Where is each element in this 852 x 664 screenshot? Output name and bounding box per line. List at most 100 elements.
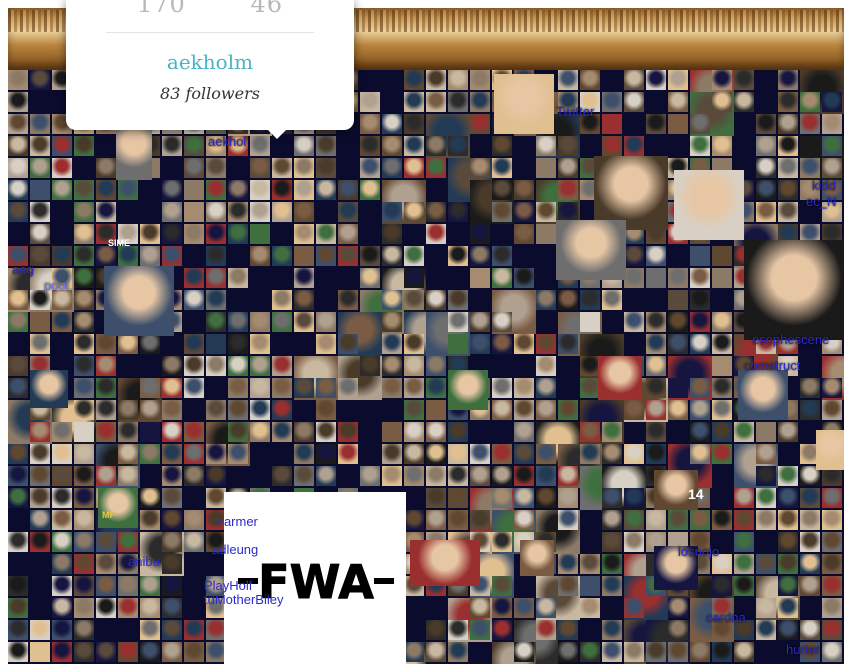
avatar-tile[interactable] xyxy=(294,422,314,442)
avatar-tile[interactable] xyxy=(492,532,512,552)
avatar-tile[interactable] xyxy=(594,156,668,230)
avatar-tile[interactable] xyxy=(712,246,732,266)
avatar-tile[interactable] xyxy=(646,312,666,332)
popup-username[interactable]: aekholm xyxy=(66,50,354,74)
avatar-tile[interactable] xyxy=(492,312,512,332)
avatar-tile[interactable] xyxy=(646,400,666,420)
avatar-tile[interactable] xyxy=(602,532,622,552)
avatar-tile[interactable] xyxy=(536,400,556,420)
avatar-tile[interactable] xyxy=(162,378,182,398)
avatar-tile[interactable] xyxy=(536,224,556,244)
avatar-tile[interactable] xyxy=(470,92,490,112)
avatar-tile[interactable] xyxy=(74,488,94,508)
avatar-tile[interactable] xyxy=(822,620,842,640)
avatar-tile[interactable] xyxy=(250,202,270,222)
avatar-tile[interactable] xyxy=(470,114,490,134)
avatar-tile[interactable] xyxy=(778,136,798,156)
avatar-tile[interactable] xyxy=(316,334,336,354)
avatar-tile[interactable] xyxy=(690,114,710,134)
avatar-tile[interactable] xyxy=(668,92,688,112)
avatar-tile[interactable] xyxy=(602,576,622,596)
avatar-tile[interactable] xyxy=(30,290,50,310)
avatar-tile[interactable] xyxy=(470,246,490,266)
avatar-tile[interactable] xyxy=(448,202,468,222)
avatar-tile[interactable] xyxy=(448,136,468,156)
avatar-tile[interactable] xyxy=(514,488,534,508)
avatar-tile[interactable] xyxy=(206,224,226,244)
avatar-tile[interactable] xyxy=(602,422,622,442)
avatar-tile[interactable] xyxy=(382,290,402,310)
avatar-tile[interactable] xyxy=(778,70,798,90)
avatar-tile[interactable] xyxy=(756,114,776,134)
avatar-tile[interactable] xyxy=(206,334,226,354)
avatar-tile[interactable] xyxy=(338,224,358,244)
avatar-tile[interactable] xyxy=(822,576,842,596)
avatar-tile[interactable] xyxy=(382,312,402,332)
avatar-tile[interactable] xyxy=(712,378,732,398)
avatar-tile[interactable] xyxy=(536,378,556,398)
avatar-tile[interactable] xyxy=(162,356,182,376)
handle-label[interactable]: ec_N xyxy=(806,194,836,209)
avatar-tile[interactable] xyxy=(712,334,732,354)
avatar-tile[interactable] xyxy=(52,290,72,310)
avatar-tile[interactable] xyxy=(272,180,292,200)
avatar-tile[interactable] xyxy=(8,444,28,464)
avatar-tile[interactable] xyxy=(30,334,50,354)
avatar-tile[interactable] xyxy=(206,356,226,376)
avatar-tile[interactable] xyxy=(734,510,754,530)
avatar-tile[interactable] xyxy=(602,92,622,112)
avatar-tile[interactable] xyxy=(712,356,732,376)
avatar-tile[interactable] xyxy=(30,202,50,222)
avatar-tile[interactable] xyxy=(118,598,138,618)
avatar-tile[interactable] xyxy=(690,378,710,398)
avatar-tile[interactable] xyxy=(272,246,292,266)
avatar-tile[interactable] xyxy=(514,202,534,222)
avatar-tile[interactable] xyxy=(404,92,424,112)
avatar-tile[interactable] xyxy=(206,466,226,486)
avatar-tile[interactable] xyxy=(250,224,270,244)
avatar-tile[interactable] xyxy=(316,466,336,486)
avatar-tile[interactable] xyxy=(294,180,314,200)
avatar-tile[interactable] xyxy=(316,422,336,442)
avatar-tile[interactable] xyxy=(8,620,28,640)
avatar-tile[interactable] xyxy=(514,334,534,354)
avatar-tile[interactable] xyxy=(74,334,94,354)
avatar-tile[interactable] xyxy=(426,444,446,464)
avatar-tile[interactable] xyxy=(30,70,50,90)
avatar-tile[interactable] xyxy=(382,114,402,134)
avatar-tile[interactable] xyxy=(272,312,292,332)
avatar-tile[interactable] xyxy=(30,620,50,640)
avatar-tile[interactable] xyxy=(294,158,314,178)
avatar-tile[interactable] xyxy=(74,268,94,288)
avatar-tile[interactable] xyxy=(734,576,754,596)
avatar-tile[interactable] xyxy=(668,598,688,618)
avatar-tile[interactable] xyxy=(712,312,732,332)
avatar-tile[interactable] xyxy=(118,422,138,442)
avatar-tile[interactable] xyxy=(206,202,226,222)
avatar-tile[interactable] xyxy=(580,356,600,376)
avatar-tile[interactable] xyxy=(162,400,182,420)
avatar-tile[interactable] xyxy=(778,598,798,618)
avatar-tile[interactable] xyxy=(778,510,798,530)
avatar-tile[interactable] xyxy=(118,642,138,662)
avatar-tile[interactable] xyxy=(8,70,28,90)
avatar-tile[interactable] xyxy=(646,356,666,376)
avatar-tile[interactable] xyxy=(646,510,666,530)
avatar-tile[interactable] xyxy=(96,180,116,200)
avatar-tile[interactable] xyxy=(756,444,776,464)
avatar-tile[interactable] xyxy=(140,598,160,618)
avatar-tile[interactable] xyxy=(162,554,182,574)
avatar-tile[interactable] xyxy=(118,466,138,486)
avatar-tile[interactable] xyxy=(668,334,688,354)
avatar-tile[interactable] xyxy=(756,466,776,486)
avatar-tile[interactable] xyxy=(448,246,468,266)
avatar-tile[interactable] xyxy=(96,202,116,222)
handle-label[interactable]: comstruct xyxy=(744,358,800,373)
avatar-tile[interactable] xyxy=(360,114,380,134)
avatar-tile[interactable] xyxy=(580,70,600,90)
avatar-tile[interactable] xyxy=(624,444,644,464)
avatar-tile[interactable] xyxy=(712,400,732,420)
avatar-tile[interactable] xyxy=(646,378,666,398)
avatar-tile[interactable] xyxy=(206,312,226,332)
avatar-tile[interactable] xyxy=(184,532,204,552)
